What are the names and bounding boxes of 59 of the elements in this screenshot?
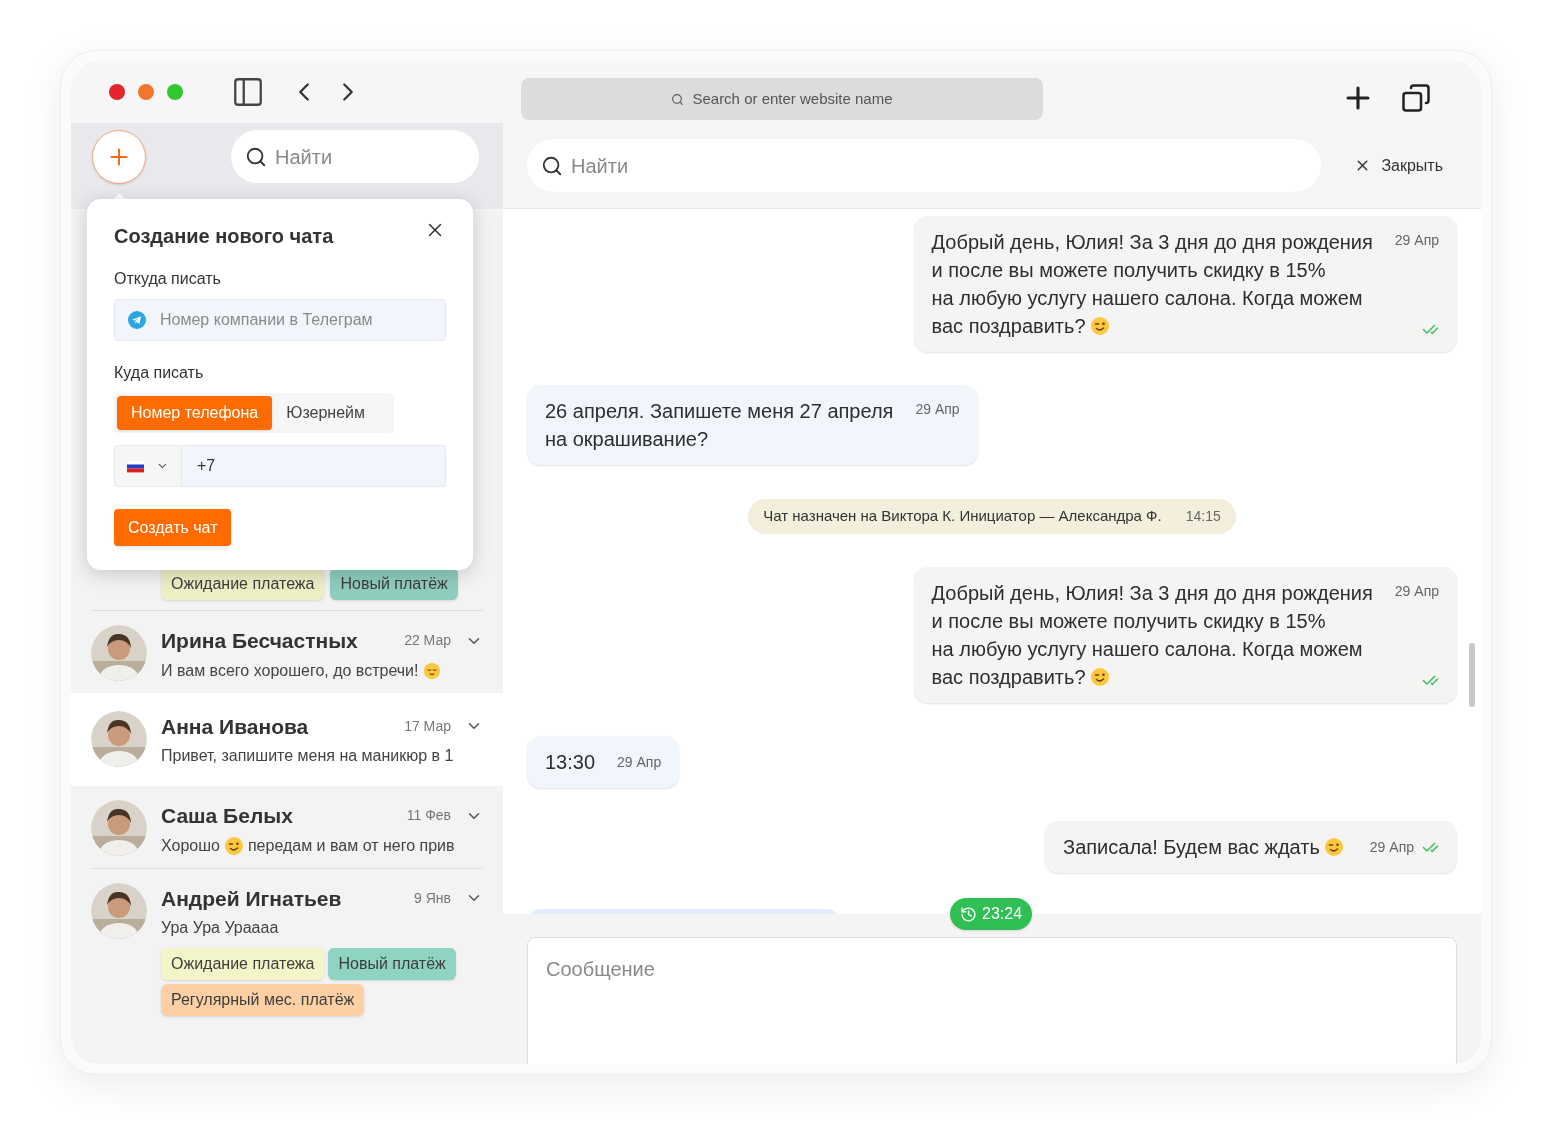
message-preview: И вам всего хорошего, до встречи!	[161, 660, 419, 681]
message-text: 26 апреля. Запишете меня 27 апреля	[545, 399, 894, 424]
telegram-icon	[128, 311, 146, 329]
close-button[interactable]: Закрыть	[1354, 153, 1443, 178]
field-label: Куда писать	[114, 363, 205, 383]
search-icon	[541, 154, 563, 177]
tabs-overview-icon[interactable]	[1401, 83, 1431, 113]
close-window-button[interactable]	[109, 84, 125, 100]
chat-list-item[interactable]: Анна Иванова 17 Мар Привет, запишите меня на маникюр в 1	[71, 692, 503, 786]
message-text: Записала! Будем вас ждать	[1063, 833, 1348, 861]
message-text: 13:30	[545, 750, 596, 775]
country-select[interactable]	[114, 445, 182, 487]
message-text: на любую услугу нашего салона. Когда можем	[931, 637, 1364, 662]
message-text: Добрый день, Юлия! За 3 дня до дня рождения	[931, 581, 1373, 606]
clock-icon	[960, 905, 977, 923]
mode-tab[interactable]: Юзернейм	[272, 396, 380, 430]
message-text: на любую услугу нашего салона. Когда можем	[931, 286, 1364, 311]
message-preview: передам и вам от него прив	[247, 835, 455, 856]
message-preview: Привет, запишите меня на маникюр в 1	[161, 746, 454, 766]
contact-name: Ирина Бесчастных	[161, 628, 358, 654]
chat-date: 22 Мар	[404, 631, 451, 651]
search-icon	[671, 92, 685, 106]
message-text: и после вы можете получить скидку в 15%	[931, 609, 1327, 634]
chat-date: 9 Янв	[414, 888, 451, 908]
scrollbar	[1469, 643, 1475, 707]
contact-name: Саша Белых	[161, 803, 293, 829]
search-icon	[245, 145, 267, 168]
status-tag: Ожидание платежа	[161, 568, 325, 600]
timer-badge: 23:24	[950, 898, 1033, 930]
message-text: Добрый день, Юлия! За 3 дня до дня рождения	[931, 230, 1373, 255]
status-tag: Новый платёж	[328, 948, 456, 980]
chat-date: 11 Фев	[406, 806, 451, 826]
field-label: Откуда писать	[114, 269, 222, 289]
chat-date: 17 Мар	[404, 716, 451, 736]
message-time: 14:15	[1185, 507, 1221, 526]
minimize-window-button[interactable]	[138, 84, 154, 100]
contact-name: Андрей Игнатьев	[161, 885, 342, 912]
message-time: 29 Апр	[617, 752, 662, 772]
message-text: вас поздравить?	[931, 663, 1373, 691]
popup-title: Создание нового чата	[114, 224, 334, 249]
status-tag: Ожидание платежа	[161, 948, 325, 980]
message-text: на окрашивание?	[545, 427, 710, 452]
new-chat-button[interactable]	[92, 130, 146, 184]
sidebar-toggle-icon[interactable]	[231, 75, 265, 109]
message-time: 29 Апр	[1369, 837, 1414, 857]
message-time: 29 Апр	[1394, 231, 1439, 250]
message-preview: Ура Ура Ураааа	[161, 918, 279, 938]
status-tag: Регулярный мес. платёж	[161, 984, 365, 1016]
message-time: 29 Апр	[1394, 582, 1439, 601]
contact-name: Анна Иванова	[161, 713, 309, 740]
message-text: вас поздравить?	[931, 312, 1373, 340]
message-time: 29 Апр	[915, 400, 960, 419]
flag-icon	[127, 459, 145, 473]
message-text: Чат назначен на Виктора К. Инициатор — Александра Ф.	[763, 506, 1162, 527]
address-bar[interactable]: Search or enter website name	[521, 78, 1043, 120]
message-preview: Хорошо	[161, 835, 220, 856]
message-text: и после вы можете получить скидку в 15%	[931, 258, 1327, 283]
phone-field[interactable]: +7	[182, 445, 446, 487]
status-tag: Новый платёж	[330, 568, 458, 600]
